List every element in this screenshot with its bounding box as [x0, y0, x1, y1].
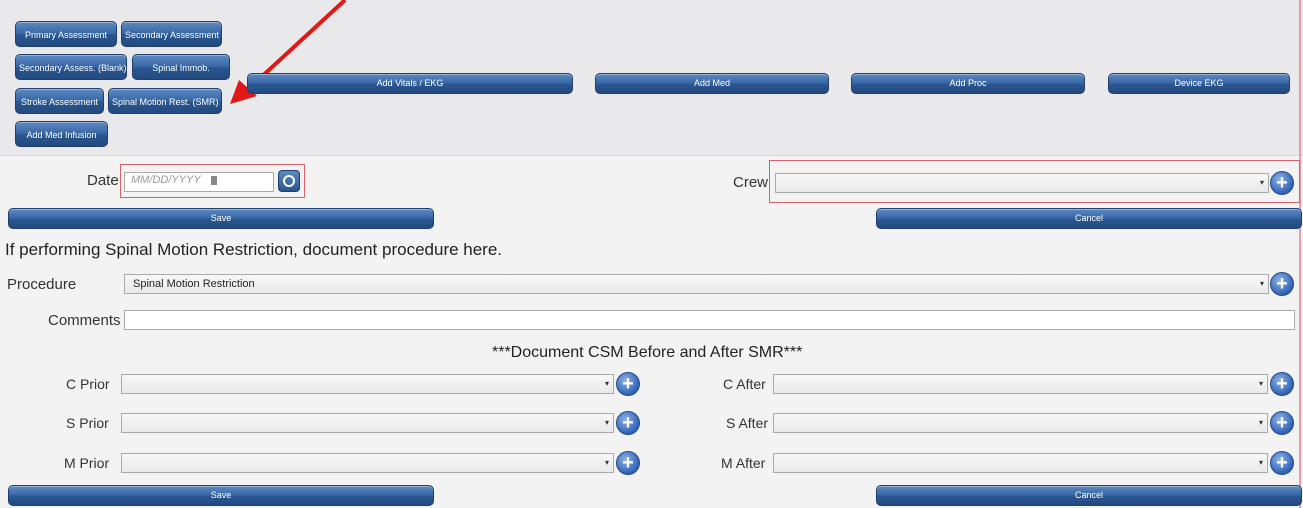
save-button[interactable]: Save: [8, 208, 434, 229]
save-button-bottom[interactable]: Save: [8, 485, 434, 506]
add-s-prior-button[interactable]: +: [616, 411, 640, 435]
chevron-down-icon: ▾: [604, 379, 609, 388]
smr-instruction-text: If performing Spinal Motion Restriction,…: [5, 240, 503, 259]
cancel-button-bottom[interactable]: Cancel: [876, 485, 1302, 506]
m-prior-label: M Prior: [64, 455, 110, 471]
procedure-select[interactable]: Spinal Motion Restriction ▾: [124, 274, 1269, 294]
calendar-button[interactable]: [278, 170, 300, 192]
add-m-after-button[interactable]: +: [1270, 451, 1294, 475]
add-procedure-button[interactable]: +: [1270, 272, 1294, 296]
procedure-value: Spinal Motion Restriction: [133, 278, 255, 290]
chevron-down-icon: ▾: [1258, 379, 1263, 388]
add-proc-button[interactable]: Add Proc: [851, 73, 1085, 94]
chevron-down-icon: ▾: [1259, 178, 1264, 187]
chevron-down-icon: ▾: [604, 418, 609, 427]
crew-select[interactable]: ▾: [775, 173, 1269, 193]
crew-label: Crew: [733, 174, 769, 191]
add-c-after-button[interactable]: +: [1270, 372, 1294, 396]
m-after-select[interactable]: ▾: [773, 453, 1268, 473]
date-input[interactable]: MM/DD/YYYY: [124, 172, 274, 192]
cancel-button[interactable]: Cancel: [876, 208, 1302, 229]
add-c-prior-button[interactable]: +: [616, 372, 640, 396]
device-ekg-button[interactable]: Device EKG: [1108, 73, 1290, 94]
date-placeholder: MM/DD/YYYY: [131, 174, 201, 186]
c-prior-select[interactable]: ▾: [121, 374, 614, 394]
add-m-prior-button[interactable]: +: [616, 451, 640, 475]
procedure-label: Procedure: [7, 276, 77, 293]
c-after-select[interactable]: ▾: [773, 374, 1268, 394]
s-after-label: S After: [726, 415, 769, 431]
s-after-select[interactable]: ▾: [773, 413, 1268, 433]
add-med-button[interactable]: Add Med: [595, 73, 829, 94]
add-crew-button[interactable]: +: [1270, 171, 1294, 195]
s-prior-select[interactable]: ▾: [121, 413, 614, 433]
primary-assessment-button[interactable]: Primary Assessment: [15, 21, 117, 47]
comments-input[interactable]: [124, 310, 1295, 330]
csm-heading: ***Document CSM Before and After SMR***: [492, 344, 803, 361]
date-separator-icon: [211, 176, 217, 185]
secondary-assessment-button[interactable]: Secondary Assessment: [121, 21, 222, 47]
add-vitals-button[interactable]: Add Vitals / EKG: [247, 73, 573, 94]
chevron-down-icon: ▾: [604, 458, 609, 467]
add-med-infusion-button[interactable]: Add Med Infusion: [15, 121, 108, 147]
secondary-assess-blank-button[interactable]: Secondary Assess. (Blank): [15, 54, 127, 80]
c-prior-label: C Prior: [66, 376, 110, 392]
chevron-down-icon: ▾: [1259, 279, 1264, 288]
right-border: [1299, 0, 1301, 508]
s-prior-label: S Prior: [66, 415, 109, 431]
date-label: Date: [87, 172, 119, 189]
clock-icon: [283, 175, 295, 187]
comments-label: Comments: [48, 312, 121, 329]
c-after-label: C After: [723, 376, 766, 392]
m-after-label: M After: [721, 455, 766, 471]
m-prior-select[interactable]: ▾: [121, 453, 614, 473]
smr-button[interactable]: Spinal Motion Rest. (SMR): [108, 88, 222, 114]
add-s-after-button[interactable]: +: [1270, 411, 1294, 435]
chevron-down-icon: ▾: [1258, 458, 1263, 467]
spinal-immob-button[interactable]: Spinal Immob.: [132, 54, 230, 80]
stroke-assessment-button[interactable]: Stroke Assessment: [15, 88, 104, 114]
chevron-down-icon: ▾: [1258, 418, 1263, 427]
